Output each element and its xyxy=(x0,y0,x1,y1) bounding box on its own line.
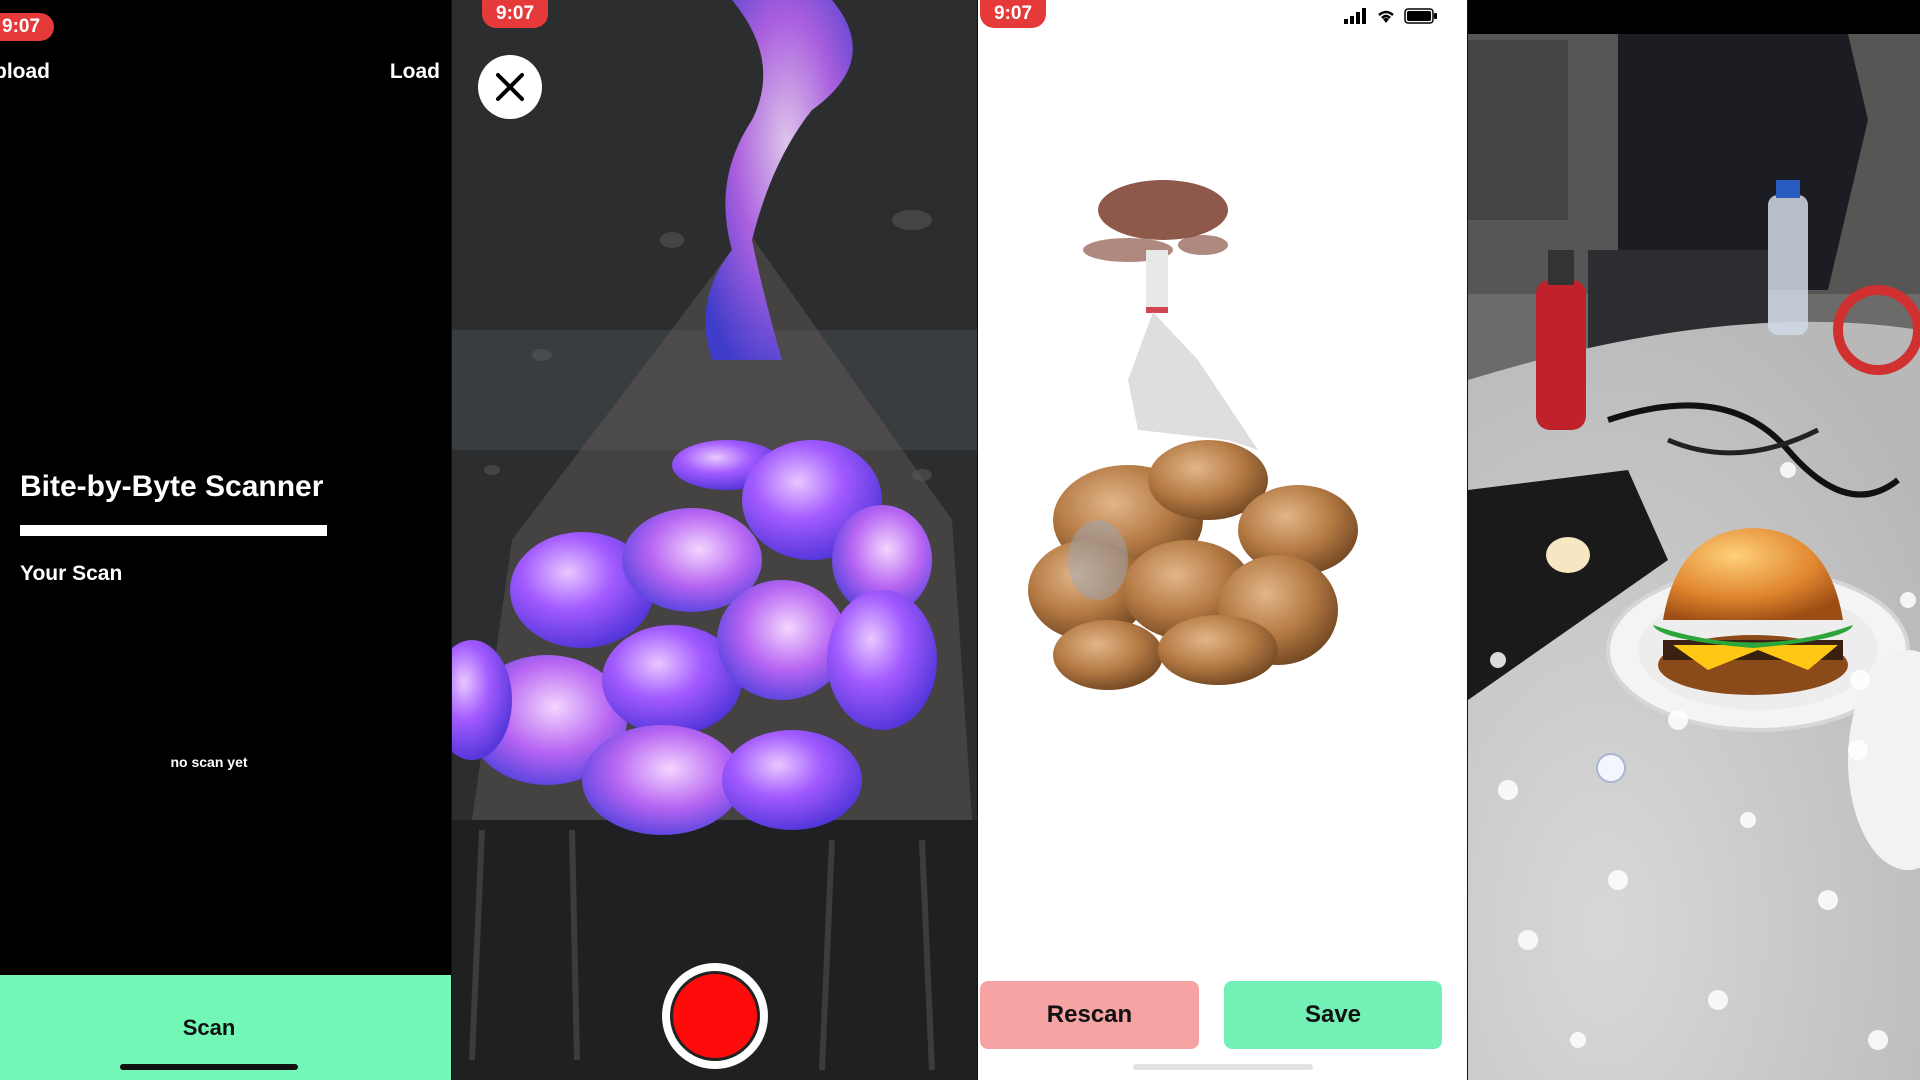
scan-button[interactable]: Scan xyxy=(0,975,452,1080)
upload-button[interactable]: pload xyxy=(0,60,50,84)
scan-review-screen: 9:07 Rescan Save xyxy=(978,0,1468,1080)
home-indicator xyxy=(1133,1064,1313,1070)
scan-button-label: Scan xyxy=(182,1015,236,1040)
save-button[interactable]: Save xyxy=(1224,981,1442,1049)
title-underline xyxy=(20,525,327,536)
scanned-model-preview xyxy=(1028,180,1358,690)
ar-camera-view xyxy=(1468,0,1920,1080)
section-heading: Your Scan xyxy=(20,562,123,585)
load-button[interactable]: Load xyxy=(390,60,440,84)
status-time: 9:07 xyxy=(482,0,549,28)
rescan-button[interactable]: Rescan xyxy=(980,981,1199,1049)
close-icon xyxy=(496,73,524,101)
page-title: Bite-by-Byte Scanner xyxy=(20,470,324,503)
close-button[interactable] xyxy=(478,55,542,119)
status-bar xyxy=(1468,0,1920,34)
record-icon xyxy=(670,971,760,1061)
camera-point-cloud-view xyxy=(452,0,978,1080)
empty-state-message: no scan yet xyxy=(170,754,248,770)
scanner-home-screen: 9:07 pload Load Bite-by-Byte Scanner You… xyxy=(0,0,452,1080)
home-indicator xyxy=(120,1064,298,1070)
status-time: 9:07 xyxy=(0,13,55,41)
ar-placement-screen xyxy=(1468,0,1920,1080)
record-button[interactable] xyxy=(662,963,768,1069)
scanning-camera-screen: 9:07 xyxy=(452,0,978,1080)
